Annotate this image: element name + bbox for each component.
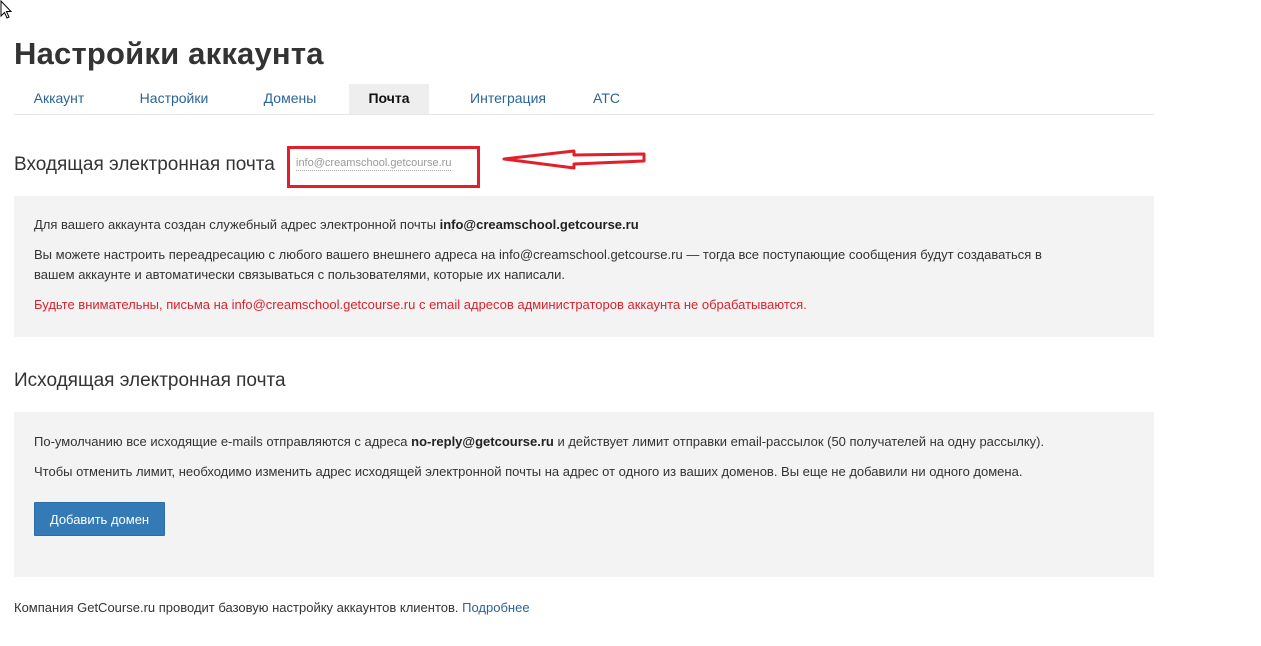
limit-info: Чтобы отменить лимит, необходимо изменит… xyxy=(34,464,1023,479)
page-title: Настройки аккаунта xyxy=(14,36,324,71)
more-info-link[interactable]: Подробнее xyxy=(462,600,529,615)
tab-domains[interactable]: Домены xyxy=(244,84,336,114)
service-email-address: info@creamschool.getcourse.ru xyxy=(439,217,639,232)
incoming-info-line: Для вашего аккаунта создан служебный адр… xyxy=(34,215,1134,235)
settings-tabs: Аккаунт Настройки Домены Почта Интеграци… xyxy=(14,84,1154,115)
outgoing-info-prefix: По-умолчанию все исходящие e-mails отпра… xyxy=(34,434,412,449)
forwarding-info-line1: Вы можете настроить переадресацию с любо… xyxy=(34,247,1042,262)
tab-pbx[interactable]: АТС xyxy=(584,84,629,114)
outgoing-info-suffix: и действует лимит отправки email-рассыло… xyxy=(553,434,1045,449)
tab-settings[interactable]: Настройки xyxy=(124,84,224,114)
tab-mail[interactable]: Почта xyxy=(349,84,429,114)
incoming-info-text: Для вашего аккаунта создан служебный адр… xyxy=(34,217,440,232)
footer-note: Компания GetCourse.ru проводит базовую н… xyxy=(14,600,530,615)
footer-text: Компания GetCourse.ru проводит базовую н… xyxy=(14,600,463,615)
outgoing-mail-title: Исходящая электронная почта xyxy=(14,370,286,391)
outgoing-info-line: По-умолчанию все исходящие e-mails отпра… xyxy=(34,432,1134,452)
forwarding-info: Вы можете настроить переадресацию с любо… xyxy=(34,245,1134,285)
add-domain-button[interactable]: Добавить домен xyxy=(34,502,165,536)
admin-warning: Будьте внимательны, письма на info@cream… xyxy=(34,297,807,312)
mouse-pointer-icon xyxy=(0,0,13,19)
noreply-email-address: no-reply@getcourse.ru xyxy=(411,434,554,449)
incoming-mail-title: Входящая электронная почта xyxy=(14,154,275,175)
incoming-mail-panel: Для вашего аккаунта создан служебный адр… xyxy=(14,196,1154,337)
outgoing-mail-panel: По-умолчанию все исходящие e-mails отпра… xyxy=(14,412,1154,577)
forwarding-info-line2: вашем аккаунте и автоматически связывать… xyxy=(34,267,565,282)
tab-account[interactable]: Аккаунт xyxy=(14,84,104,114)
tab-integration[interactable]: Интеграция xyxy=(449,84,567,114)
account-settings-page: Настройки аккаунта Аккаунт Настройки Дом… xyxy=(0,0,1261,646)
left-arrow-icon xyxy=(502,149,646,170)
annotation-highlight-box xyxy=(287,146,480,188)
